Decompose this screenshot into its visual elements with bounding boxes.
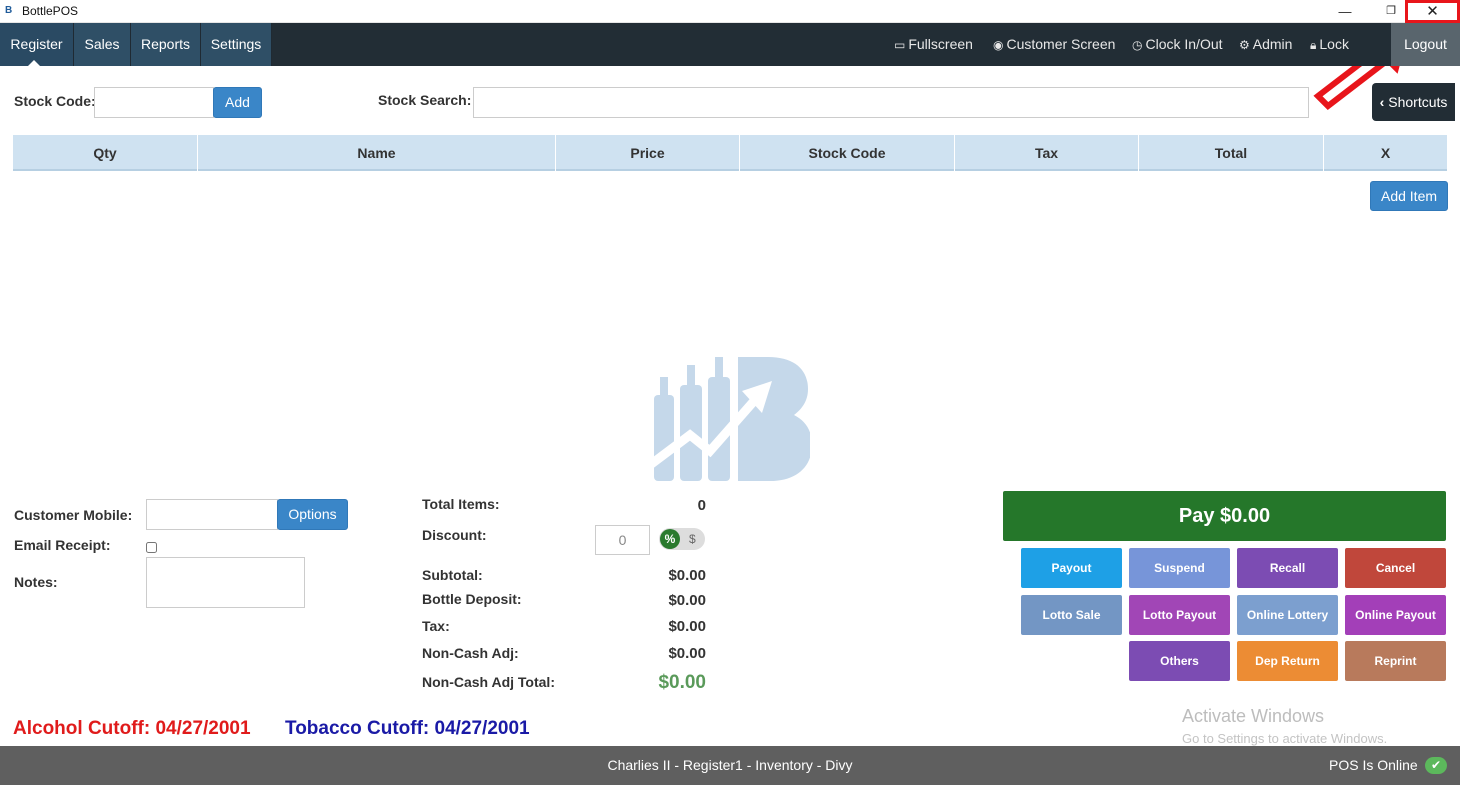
add-item-button[interactable]: Add Item [1370, 181, 1448, 211]
dep-return-button[interactable]: Dep Return [1237, 641, 1338, 681]
noncash-adj-value: $0.00 [668, 645, 706, 662]
column-header[interactable]: Price [556, 135, 740, 171]
bottlepos-watermark-logo [650, 357, 810, 481]
suspend-button[interactable]: Suspend [1129, 548, 1230, 588]
notes-label: Notes: [14, 574, 58, 590]
customer-screen-link[interactable]: ◉ Customer Screen [993, 23, 1115, 66]
app-logo-icon: B [5, 5, 13, 16]
tab-sales[interactable]: Sales [74, 23, 131, 66]
bottle-deposit-value: $0.00 [668, 592, 706, 609]
reprint-button[interactable]: Reprint [1345, 641, 1446, 681]
cancel-button[interactable]: Cancel [1345, 548, 1446, 588]
eye-icon: ◉ [993, 38, 1004, 52]
customer-screen-label: Customer Screen [1006, 36, 1116, 52]
fullscreen-label: Fullscreen [908, 36, 973, 52]
options-button[interactable]: Options [277, 499, 348, 530]
total-items-value: 0 [697, 497, 706, 514]
add-stock-button[interactable]: Add [213, 87, 262, 118]
stock-search-input[interactable] [473, 87, 1309, 118]
tab-settings[interactable]: Settings [201, 23, 272, 66]
tab-reports[interactable]: Reports [131, 23, 201, 66]
column-header[interactable]: Qty [13, 135, 198, 171]
admin-label: Admin [1252, 36, 1293, 52]
noncash-total-value: $0.00 [658, 672, 706, 693]
subtotal-label: Subtotal: [422, 567, 483, 583]
monitor-icon: ▭ [894, 38, 906, 52]
tax-value: $0.00 [668, 618, 706, 635]
column-header[interactable]: Name [198, 135, 556, 171]
tobacco-cutoff: Tobacco Cutoff: 04/27/2001 [285, 718, 530, 739]
close-window-button[interactable]: ✕ [1405, 0, 1460, 23]
discount-type-toggle[interactable]: % $ [659, 528, 705, 550]
notes-textarea[interactable] [146, 557, 305, 608]
cart-table-header: Qty Name Price Stock Code Tax Total X [13, 135, 1447, 171]
lock-link[interactable]: 🔒︎ Lock [1310, 23, 1382, 66]
recall-button[interactable]: Recall [1237, 548, 1338, 588]
customer-mobile-label: Customer Mobile: [14, 507, 133, 523]
admin-link[interactable]: ⚙ Admin [1239, 23, 1292, 66]
others-button[interactable]: Others [1129, 641, 1230, 681]
email-receipt-label: Email Receipt: [14, 537, 111, 553]
customer-mobile-input[interactable] [146, 499, 278, 530]
column-header[interactable]: Stock Code [740, 135, 955, 171]
email-receipt-checkbox[interactable] [146, 542, 157, 553]
lock-label: Lock [1319, 36, 1349, 52]
clock-icon: ◷ [1132, 38, 1143, 52]
online-status: POS Is Online [1329, 757, 1418, 773]
status-footer: Charlies II - Register1 - Inventory - Di… [0, 746, 1460, 785]
column-header[interactable]: Total [1139, 135, 1324, 171]
tax-label: Tax: [422, 618, 450, 634]
lock-icon: 🔒︎ [1310, 38, 1317, 52]
gear-icon: ⚙ [1239, 38, 1250, 52]
total-items-label: Total Items: [422, 496, 500, 512]
tab-register[interactable]: Register [0, 23, 74, 66]
bottle-deposit-label: Bottle Deposit: [422, 591, 522, 607]
online-lottery-button[interactable]: Online Lottery [1237, 595, 1338, 635]
lotto-sale-button[interactable]: Lotto Sale [1021, 595, 1122, 635]
check-circle-icon: ✔ [1425, 757, 1447, 774]
noncash-total-label: Non-Cash Adj Total: [422, 674, 555, 690]
alcohol-cutoff: Alcohol Cutoff: 04/27/2001 [13, 718, 251, 739]
subtotal-value: $0.00 [668, 567, 706, 584]
stock-code-input[interactable] [94, 87, 214, 118]
clock-label: Clock In/Out [1145, 36, 1223, 52]
column-header[interactable]: X [1324, 135, 1447, 171]
discount-label: Discount: [422, 527, 487, 543]
online-payout-button[interactable]: Online Payout [1345, 595, 1446, 635]
activate-windows-title: Activate Windows [1182, 706, 1325, 726]
window-titlebar: B BottlePOS — ❐ ✕ [0, 0, 1460, 23]
noncash-adj-label: Non-Cash Adj: [422, 645, 519, 661]
dollar-option[interactable]: $ [689, 528, 696, 550]
fullscreen-link[interactable]: ▭ Fullscreen [894, 23, 973, 66]
window-title: BottlePOS [22, 4, 79, 18]
logout-button[interactable]: Logout [1391, 23, 1460, 66]
stock-code-label: Stock Code: [14, 93, 96, 109]
clock-in-out-link[interactable]: ◷ Clock In/Out [1132, 23, 1223, 66]
column-header[interactable]: Tax [955, 135, 1139, 171]
register-info: Charlies II - Register1 - Inventory - Di… [607, 757, 853, 773]
activate-windows-subtitle: Go to Settings to activate Windows. [1182, 731, 1388, 746]
top-navbar: Register Sales Reports Settings ▭ Fullscr… [0, 23, 1460, 66]
shortcuts-label: Shortcuts [1388, 94, 1448, 110]
shortcuts-button[interactable]: ‹ Shortcuts [1372, 83, 1455, 121]
lotto-payout-button[interactable]: Lotto Payout [1129, 595, 1230, 635]
minimize-button[interactable]: — [1322, 0, 1368, 23]
discount-input[interactable] [595, 525, 650, 555]
stock-search-label: Stock Search: [378, 92, 472, 108]
pay-button[interactable]: Pay $0.00 [1003, 491, 1446, 541]
payout-button[interactable]: Payout [1021, 548, 1122, 588]
percent-option[interactable]: % [660, 529, 680, 549]
chevron-left-icon: ‹ [1379, 94, 1385, 110]
